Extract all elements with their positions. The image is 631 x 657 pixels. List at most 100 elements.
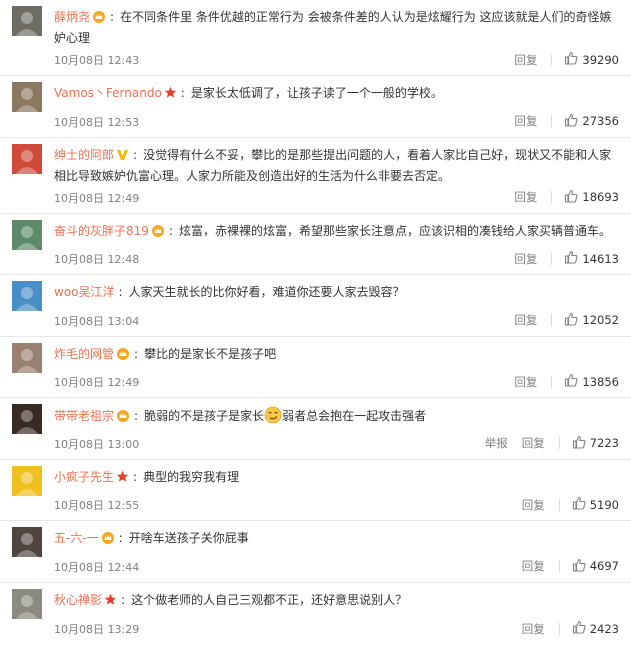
reply-button[interactable]: 回复 <box>514 113 537 129</box>
avatar[interactable] <box>12 219 42 250</box>
colon: : <box>168 223 173 238</box>
like-button[interactable]: 18693 <box>564 189 619 206</box>
comment-item: 薛炳尧: 在不同条件里 条件优越的正常行为 会被条件差的人认为是炫耀行为 这应该就… <box>0 0 631 76</box>
divider <box>551 53 553 66</box>
colon: : <box>133 469 138 484</box>
thumbs-up-icon <box>572 435 590 452</box>
avatar[interactable] <box>12 527 42 557</box>
comment-actions: 回复 2423 <box>508 620 619 637</box>
username-link[interactable]: 秋心禅影 <box>54 593 102 607</box>
comment-content: 绅士的阿郎: 没觉得有什么不妥，攀比的是那些提出问题的人，看着人家比自己好，现状又… <box>54 146 619 186</box>
username-link[interactable]: 炸毛的网管 <box>54 347 114 361</box>
colon: : <box>180 86 185 100</box>
like-count: 39290 <box>582 52 619 67</box>
thumbs-up-icon <box>564 312 582 329</box>
like-button[interactable]: 4697 <box>572 558 619 575</box>
username-link[interactable]: woo吴江洋 <box>54 285 115 299</box>
colon: : <box>134 346 139 361</box>
avatar[interactable] <box>12 404 42 434</box>
comment-item: Vamos丶Fernando: 是家长太低调了，让孩子读了一个一般的学校。 10月… <box>0 76 631 138</box>
comment-time: 10月08日 13:29 <box>54 623 140 636</box>
like-count: 4697 <box>589 559 619 573</box>
divider <box>558 498 560 511</box>
comment-actions: 举报 回复 7223 <box>471 435 619 452</box>
comment-actions: 回复 18693 <box>500 189 619 206</box>
smirk-emoji-icon <box>264 406 282 430</box>
star-icon <box>104 593 117 612</box>
comment-actions: 回复 13856 <box>500 373 619 390</box>
thumbs-up-icon <box>564 250 582 267</box>
vip-v-icon <box>116 148 129 167</box>
like-button[interactable]: 5190 <box>572 496 619 513</box>
comment-content: 小疯子先生: 典型的我穷我有理 <box>54 468 619 489</box>
thumbs-up-icon <box>564 189 582 206</box>
avatar[interactable] <box>12 143 42 174</box>
colon: : <box>134 409 139 423</box>
avatar[interactable] <box>12 465 42 496</box>
like-count: 5190 <box>589 497 619 512</box>
thumbs-up-icon <box>572 496 590 513</box>
like-button[interactable]: 27356 <box>564 113 619 130</box>
like-button[interactable]: 2423 <box>572 620 619 637</box>
thumbs-up-icon <box>572 558 590 575</box>
like-button[interactable]: 13856 <box>564 373 619 390</box>
comment-actions: 回复 39290 <box>500 51 619 68</box>
username-link[interactable]: 薛炳尧 <box>54 10 90 24</box>
crown-icon <box>92 10 106 29</box>
comment-content: woo吴江洋: 人家天生就长的比你好看，难道你还要人家去毁容？ <box>54 283 619 302</box>
like-button[interactable]: 14613 <box>564 250 619 267</box>
comment-text: 在不同条件里 条件优越的正常行为 会被条件差的人认为是炫耀行为 这应该就是人们的… <box>54 10 612 45</box>
like-count: 14613 <box>582 251 619 266</box>
like-button[interactable]: 7223 <box>572 435 619 452</box>
comment-content: 奋斗的灰胖子819: 炫富，赤裸裸的炫富，希望那些家长注意点，应该识相的凑钱给人家… <box>54 222 619 243</box>
like-count: 12052 <box>582 313 619 327</box>
reply-button[interactable]: 回复 <box>522 558 545 574</box>
avatar[interactable] <box>12 82 42 112</box>
like-count: 7223 <box>589 436 619 450</box>
reply-button[interactable]: 回复 <box>522 621 545 637</box>
avatar[interactable] <box>12 6 42 36</box>
reply-button[interactable]: 回复 <box>522 435 545 451</box>
divider <box>551 375 553 388</box>
comment-item: 秋心禅影: 这个做老师的人自己三观都不正，还好意思说别人？ 10月08日 13:2… <box>0 583 631 645</box>
username-link[interactable]: Vamos丶Fernando <box>54 86 162 100</box>
comment-time: 10月08日 13:00 <box>54 437 140 451</box>
comment-time: 10月08日 12:53 <box>54 115 140 129</box>
comment-list: 薛炳尧: 在不同条件里 条件优越的正常行为 会被条件差的人认为是炫耀行为 这应该就… <box>0 0 631 644</box>
like-button[interactable]: 39290 <box>564 51 619 68</box>
comment-text: 典型的我穷我有理 <box>143 469 240 484</box>
comment-text: 没觉得有什么不妥，攀比的是那些提出问题的人，看着人家比自己好，现状又不能和人家相… <box>54 147 612 183</box>
divider <box>558 622 560 635</box>
reply-button[interactable]: 回复 <box>514 312 537 328</box>
colon: : <box>110 10 115 24</box>
reply-button[interactable]: 回复 <box>514 189 537 205</box>
comment-text: 脆弱的不是孩子是家长 <box>144 409 265 423</box>
username-link[interactable]: 带带老祖宗 <box>54 409 114 423</box>
comment-text: 是家长太低调了，让孩子读了一个一般的学校。 <box>190 86 443 100</box>
comment-content: 带带老祖宗: 脆弱的不是孩子是家长 弱者总会抱在一起攻击强者 <box>54 406 619 430</box>
reply-button[interactable]: 回复 <box>514 374 537 390</box>
comment-item: 带带老祖宗: 脆弱的不是孩子是家长 弱者总会抱在一起攻击强者 10月08日 13:0… <box>0 398 631 460</box>
reply-button[interactable]: 回复 <box>514 251 537 267</box>
avatar[interactable] <box>12 342 42 373</box>
reply-button[interactable]: 回复 <box>522 497 545 513</box>
star-icon <box>164 86 177 105</box>
comment-time: 10月08日 12:49 <box>54 376 140 389</box>
comment-content: 秋心禅影: 这个做老师的人自己三观都不正，还好意思说别人？ <box>54 591 619 612</box>
username-link[interactable]: 五-六-一 <box>54 531 99 545</box>
divider <box>551 115 553 127</box>
divider <box>551 191 553 203</box>
avatar[interactable] <box>12 588 42 619</box>
username-link[interactable]: 小疯子先生 <box>54 470 114 484</box>
comment-time: 10月08日 12:43 <box>54 54 140 67</box>
divider <box>551 314 553 326</box>
report-button[interactable]: 举报 <box>485 435 508 451</box>
thumbs-up-icon <box>564 113 582 130</box>
like-button[interactable]: 12052 <box>564 312 619 329</box>
like-count: 18693 <box>582 190 619 204</box>
username-link[interactable]: 奋斗的灰胖子819 <box>54 224 149 238</box>
reply-button[interactable]: 回复 <box>514 52 537 68</box>
comment-content: 炸毛的网管: 攀比的是家长不是孩子吧 <box>54 345 619 366</box>
username-link[interactable]: 绅士的阿郎 <box>54 148 114 162</box>
avatar[interactable] <box>12 281 42 311</box>
